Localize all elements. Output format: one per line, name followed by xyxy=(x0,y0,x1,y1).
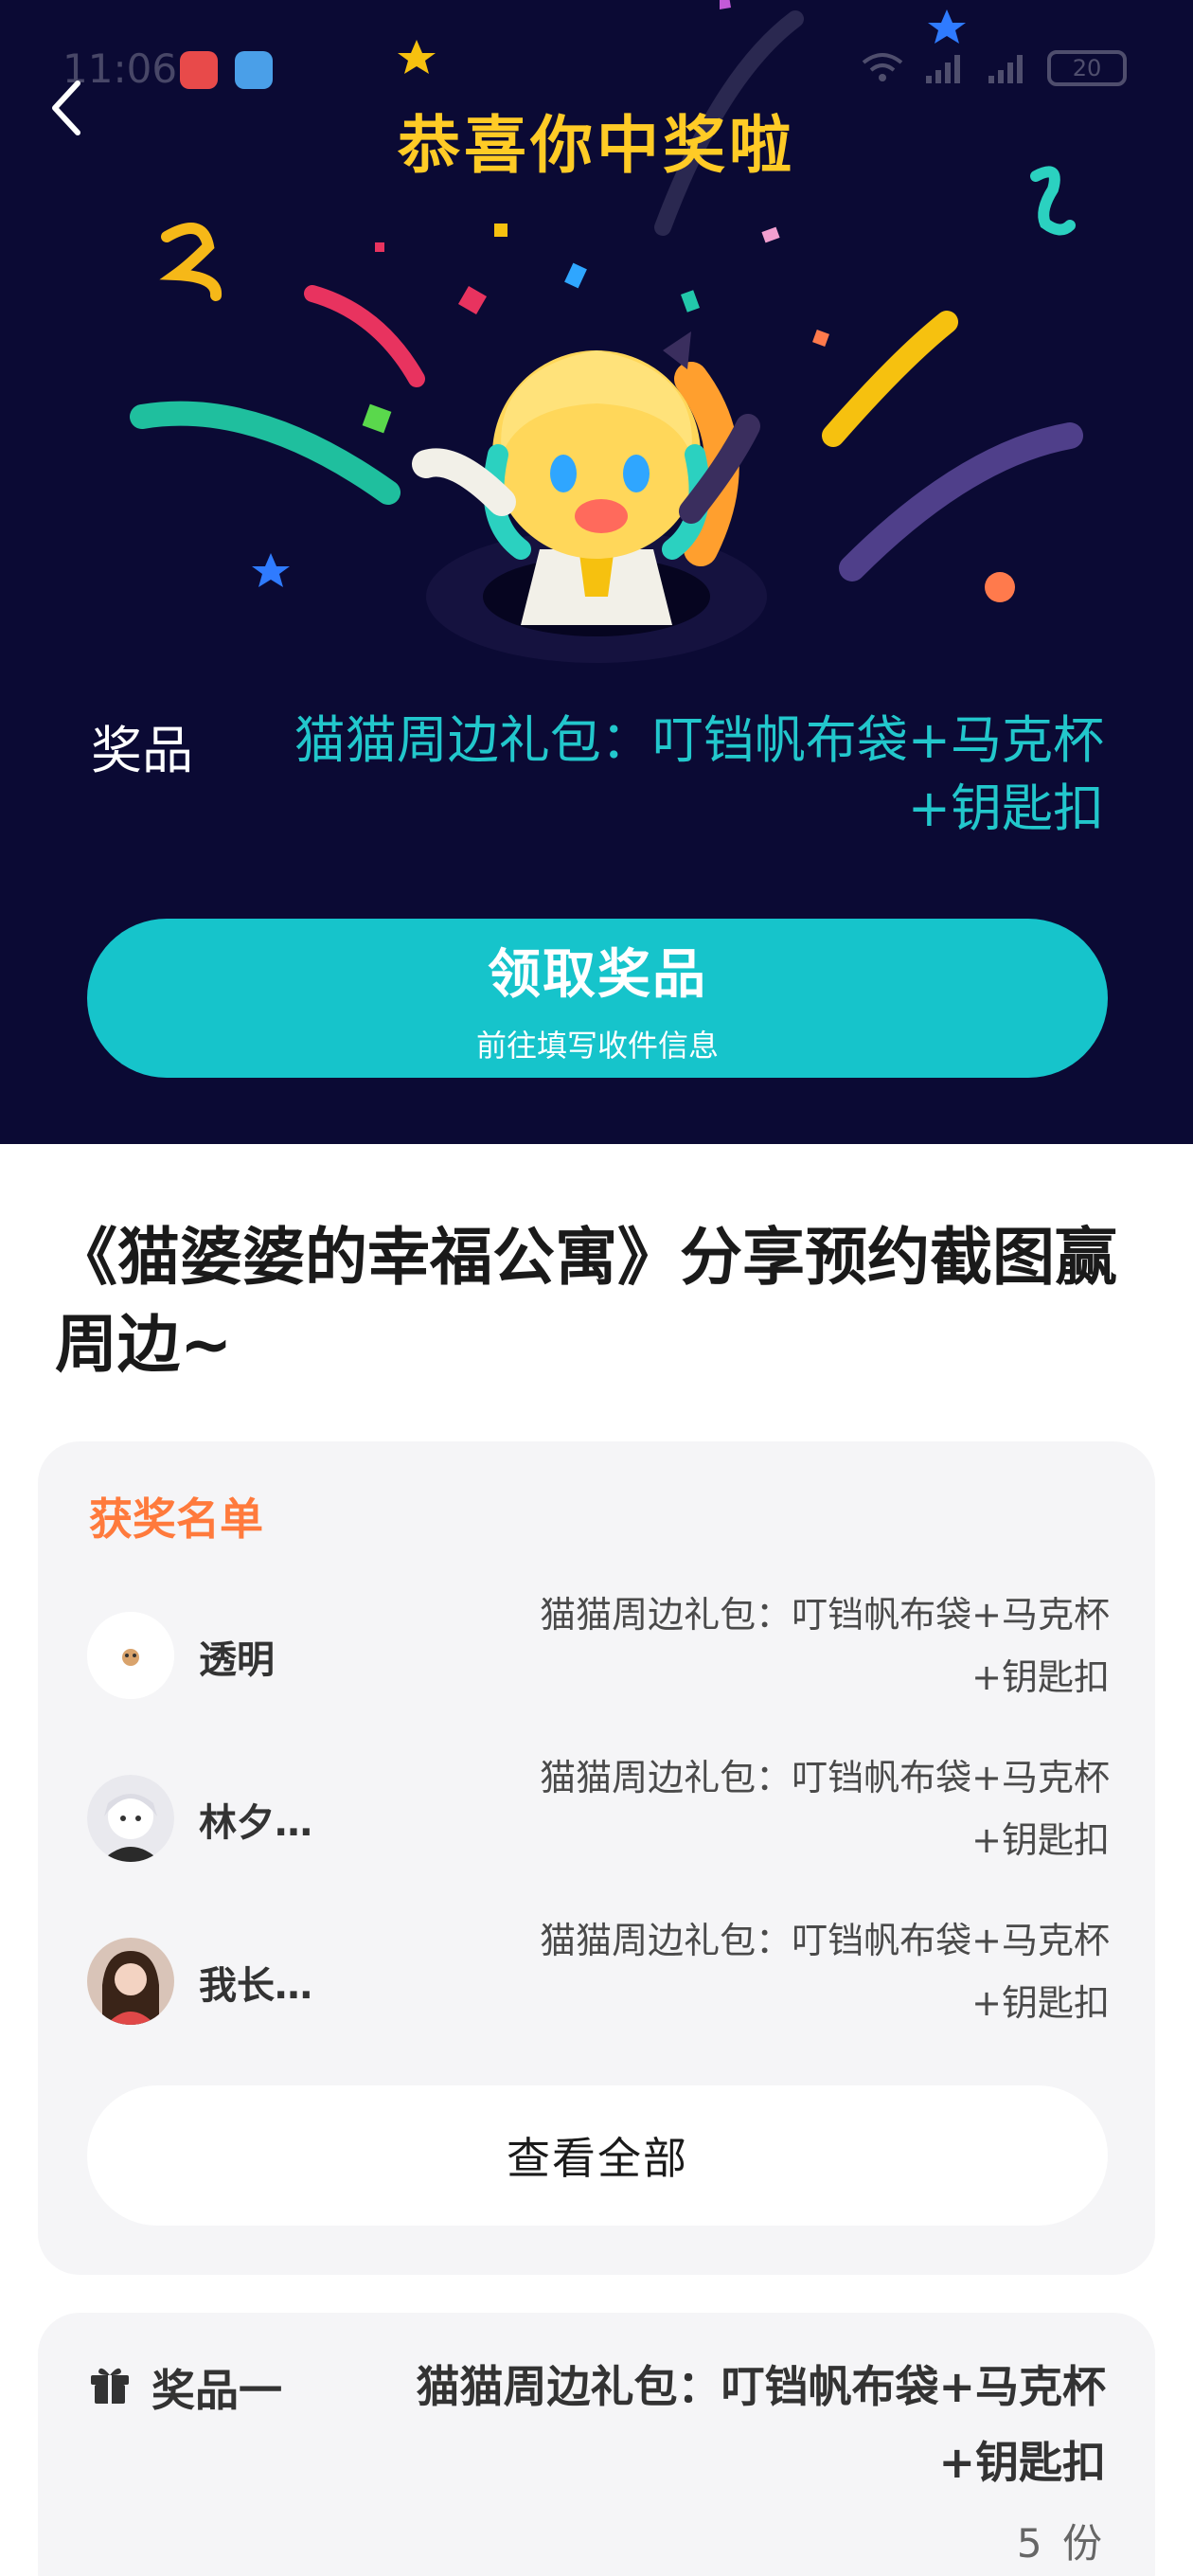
winner-prize-line: 猫猫周边礼包：叮铛帆布袋+马克杯 xyxy=(540,1594,1110,1636)
winner-prize: 猫猫周边礼包：叮铛帆布袋+马克杯 +钥匙扣 xyxy=(428,1583,1110,1708)
prize-tier-label: 奖品一 xyxy=(151,2365,282,2416)
winner-name: 我长… xyxy=(199,1964,312,2008)
prize-tier-card: 奖品一 猫猫周边礼包：叮铛帆布袋+马克杯+钥匙扣 5 份 xyxy=(38,2313,1155,2576)
avatar xyxy=(87,1775,174,1862)
winners-card: 获奖名单 透明 猫猫周边礼包：叮铛帆布袋+马克杯 +钥匙扣 林夕… 猫猫周边礼包… xyxy=(38,1441,1155,2275)
winner-name: 林夕… xyxy=(199,1801,312,1845)
winner-prize-line: 猫猫周边礼包：叮铛帆布袋+马克杯 xyxy=(540,1757,1110,1798)
claim-button-title: 领取奖品 xyxy=(488,943,707,1006)
prize-quantity: 5 份 xyxy=(1016,2520,1106,2567)
prize-tier-detail: 猫猫周边礼包：叮铛帆布袋+马克杯+钥匙扣 xyxy=(416,2361,1106,2488)
avatar xyxy=(87,1612,174,1699)
event-title: 《猫婆婆的幸福公寓》分享预约截图赢周边~ xyxy=(55,1221,1117,1381)
winner-prize: 猫猫周边礼包：叮铛帆布袋+马克杯 +钥匙扣 xyxy=(428,1746,1110,1871)
prize-name: 猫猫周边礼包：叮铛帆布袋+马克杯+钥匙扣 xyxy=(294,710,1104,838)
winner-row: 透明 猫猫周边礼包：叮铛帆布袋+马克杯 +钥匙扣 xyxy=(87,1583,1110,1716)
winner-prize: 猫猫周边礼包：叮铛帆布袋+马克杯 +钥匙扣 xyxy=(428,1909,1110,2034)
winner-prize-line: +钥匙扣 xyxy=(971,1982,1110,2024)
claim-button-subtitle: 前往填写收件信息 xyxy=(475,1027,719,1064)
wifi-icon xyxy=(862,53,903,81)
view-all-button[interactable]: 查看全部 xyxy=(87,2085,1108,2226)
signal-icon xyxy=(988,55,1023,83)
battery-icon: 20 xyxy=(1047,50,1127,86)
prize-hero: 11:06 20 恭喜你中奖啦 奖品 猫猫周边礼包：叮铛帆布袋+马克杯+钥匙扣 … xyxy=(0,0,1193,1144)
avatar xyxy=(87,1938,174,2025)
winner-prize-line: 猫猫周边礼包：叮铛帆布袋+马克杯 xyxy=(540,1920,1110,1961)
status-indicators: 20 xyxy=(860,49,1127,87)
winners-heading: 获奖名单 xyxy=(89,1494,263,1545)
winner-row: 我长… 猫猫周边礼包：叮铛帆布袋+马克杯 +钥匙扣 xyxy=(87,1909,1110,2042)
winner-prize-line: +钥匙扣 xyxy=(971,1819,1110,1861)
message-app-icon xyxy=(235,51,273,89)
mascot-illustration xyxy=(412,331,767,663)
signal-icon xyxy=(926,55,960,83)
gift-icon xyxy=(91,2368,129,2404)
claim-prize-button[interactable]: 领取奖品 前往填写收件信息 xyxy=(87,919,1108,1078)
notification-app-icon xyxy=(180,51,218,89)
winner-row: 林夕… 猫猫周边礼包：叮铛帆布袋+马克杯 +钥匙扣 xyxy=(87,1746,1110,1879)
winner-name: 透明 xyxy=(199,1638,275,1682)
winner-prize-line: +钥匙扣 xyxy=(971,1656,1110,1698)
congrats-title: 恭喜你中奖啦 xyxy=(398,109,795,182)
prize-label: 奖品 xyxy=(91,721,193,780)
